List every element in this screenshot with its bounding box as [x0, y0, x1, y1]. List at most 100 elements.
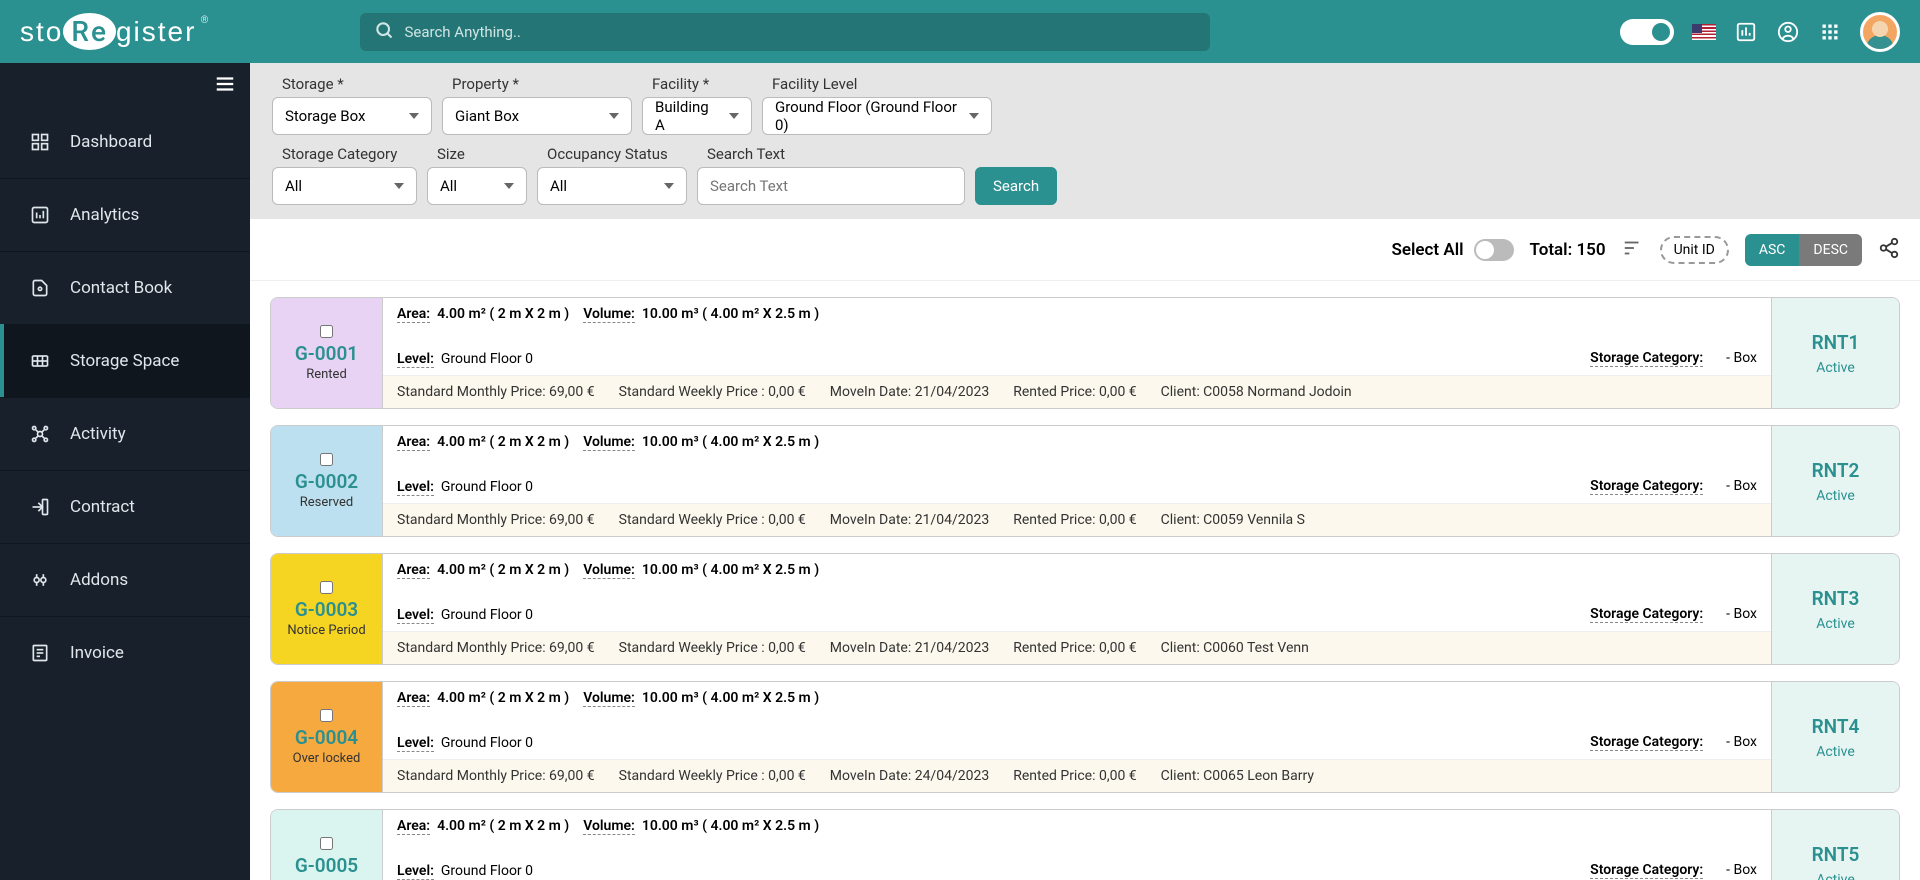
rent-status: Active: [1816, 360, 1855, 376]
unit-row[interactable]: G-0003 Notice Period Area: 4.00 m² ( 2 m…: [270, 553, 1900, 665]
sidebar-item-contact-book[interactable]: Contact Book: [0, 251, 250, 324]
unit-right-panel[interactable]: RNT3 Active: [1771, 554, 1899, 664]
client: Client: C0059 Vennila S: [1161, 512, 1305, 528]
value-level: Ground Floor 0: [441, 479, 533, 495]
logo[interactable]: stoRegister®: [20, 12, 210, 52]
unit-row[interactable]: G-0004 Over locked Area: 4.00 m² ( 2 m X…: [270, 681, 1900, 793]
facility-level-select[interactable]: Ground Floor (Ground Floor 0): [762, 97, 992, 135]
sort-icon[interactable]: [1622, 237, 1644, 263]
avatar[interactable]: [1860, 12, 1900, 52]
sidebar-item-invoice[interactable]: Invoice: [0, 616, 250, 689]
sidebar-item-addons[interactable]: Addons: [0, 543, 250, 616]
value-volume: 10.00 m³ ( 4.00 m² X 2.5 m ): [642, 818, 819, 834]
sidebar-item-activity[interactable]: Activity: [0, 397, 250, 470]
sidebar-item-dashboard[interactable]: Dashboard: [0, 105, 250, 178]
label-level: Level:: [397, 479, 434, 496]
label-area: Area:: [397, 306, 430, 323]
occupancy-select[interactable]: All: [537, 167, 687, 205]
sort-desc-button[interactable]: DESC: [1799, 234, 1862, 266]
global-search: [360, 13, 1210, 51]
unit-left-panel: G-0001 Rented: [271, 298, 383, 408]
dark-mode-toggle[interactable]: [1620, 19, 1674, 45]
unit-row[interactable]: G-0002 Reserved Area: 4.00 m² ( 2 m X 2 …: [270, 425, 1900, 537]
value-level: Ground Floor 0: [441, 607, 533, 623]
facility-select[interactable]: Building A: [642, 97, 752, 135]
value-area: 4.00 m² ( 2 m X 2 m ): [437, 690, 569, 706]
label-level: Level:: [397, 351, 434, 368]
unit-right-panel[interactable]: RNT1 Active: [1771, 298, 1899, 408]
monthly-price: Standard Monthly Price: 69,00 €: [397, 384, 595, 400]
analytics-icon[interactable]: [1734, 20, 1758, 44]
unit-checkbox[interactable]: [320, 453, 333, 466]
label-level: Level:: [397, 607, 434, 624]
rent-id: RNT1: [1812, 331, 1860, 354]
sidebar-item-contract[interactable]: Contract: [0, 470, 250, 543]
storage-select[interactable]: Storage Box: [272, 97, 432, 135]
sidebar-item-label: Invoice: [70, 643, 124, 663]
sort-direction-group: ASC DESC: [1745, 234, 1862, 266]
locale-flag-icon[interactable]: [1692, 24, 1716, 40]
value-volume: 10.00 m³ ( 4.00 m² X 2.5 m ): [642, 306, 819, 322]
label-level: Level:: [397, 863, 434, 880]
filter-label-storage: Storage *: [272, 75, 432, 93]
sidebar-item-analytics[interactable]: Analytics: [0, 178, 250, 251]
unit-right-panel[interactable]: RNT2 Active: [1771, 426, 1899, 536]
filter-label-search-text: Search Text: [697, 145, 965, 163]
value-category: - Box: [1726, 862, 1757, 879]
unit-id: G-0002: [295, 470, 358, 493]
rented-price: Rented Price: 0,00 €: [1013, 640, 1136, 656]
category-select[interactable]: All: [272, 167, 417, 205]
unit-right-panel[interactable]: RNT4 Active: [1771, 682, 1899, 792]
unit-details: Area: 4.00 m² ( 2 m X 2 m ) Volume: 10.0…: [383, 298, 1771, 408]
rent-status: Active: [1816, 872, 1855, 880]
unit-row[interactable]: G-0001 Rented Area: 4.00 m² ( 2 m X 2 m …: [270, 297, 1900, 409]
value-volume: 10.00 m³ ( 4.00 m² X 2.5 m ): [642, 562, 819, 578]
unit-row[interactable]: G-0005 Maintance Area: 4.00 m² ( 2 m X 2…: [270, 809, 1900, 880]
unit-checkbox[interactable]: [320, 709, 333, 722]
unit-checkbox[interactable]: [320, 325, 333, 338]
unit-details: Area: 4.00 m² ( 2 m X 2 m ) Volume: 10.0…: [383, 426, 1771, 536]
share-icon[interactable]: [1878, 237, 1900, 263]
filter-label-category: Storage Category: [272, 145, 417, 163]
property-select[interactable]: Giant Box: [442, 97, 632, 135]
unit-status: Rented: [306, 367, 347, 382]
label-volume: Volume:: [583, 306, 635, 323]
global-search-input[interactable]: [360, 13, 1210, 51]
unit-checkbox[interactable]: [320, 837, 333, 850]
search-button[interactable]: Search: [975, 167, 1057, 205]
sort-asc-button[interactable]: ASC: [1745, 234, 1800, 266]
unit-left-panel: G-0005 Maintance: [271, 810, 383, 880]
activity-icon: [30, 424, 50, 444]
unit-id: G-0004: [295, 726, 358, 749]
sidebar-item-storage-space[interactable]: Storage Space: [0, 324, 250, 397]
addons-icon: [30, 570, 50, 590]
filter-label-size: Size: [427, 145, 527, 163]
sidebar-item-label: Activity: [70, 424, 126, 444]
sidebar-item-label: Contract: [70, 497, 135, 517]
menu-toggle-icon[interactable]: [214, 73, 236, 99]
client: Client: C0065 Leon Barry: [1161, 768, 1314, 784]
unit-checkbox[interactable]: [320, 581, 333, 594]
unit-list: G-0001 Rented Area: 4.00 m² ( 2 m X 2 m …: [250, 281, 1920, 880]
rent-id: RNT5: [1812, 843, 1860, 866]
monthly-price: Standard Monthly Price: 69,00 €: [397, 768, 595, 784]
select-all-toggle[interactable]: [1474, 239, 1514, 261]
storage-icon: [30, 351, 50, 371]
rent-status: Active: [1816, 488, 1855, 504]
movein-date: MoveIn Date: 21/04/2023: [830, 640, 989, 656]
unit-id-pill[interactable]: Unit ID: [1660, 236, 1729, 264]
rent-id: RNT2: [1812, 459, 1860, 482]
profile-icon[interactable]: [1776, 20, 1800, 44]
unit-id: G-0003: [295, 598, 358, 621]
sidebar-item-label: Dashboard: [70, 132, 152, 152]
rented-price: Rented Price: 0,00 €: [1013, 512, 1136, 528]
analytics-icon: [30, 205, 50, 225]
filter-label-facility: Facility *: [642, 75, 752, 93]
unit-right-panel[interactable]: RNT5 Active: [1771, 810, 1899, 880]
size-select[interactable]: All: [427, 167, 527, 205]
apps-grid-icon[interactable]: [1818, 20, 1842, 44]
search-text-input[interactable]: [697, 167, 965, 205]
label-volume: Volume:: [583, 434, 635, 451]
value-level: Ground Floor 0: [441, 351, 533, 367]
unit-left-panel: G-0002 Reserved: [271, 426, 383, 536]
